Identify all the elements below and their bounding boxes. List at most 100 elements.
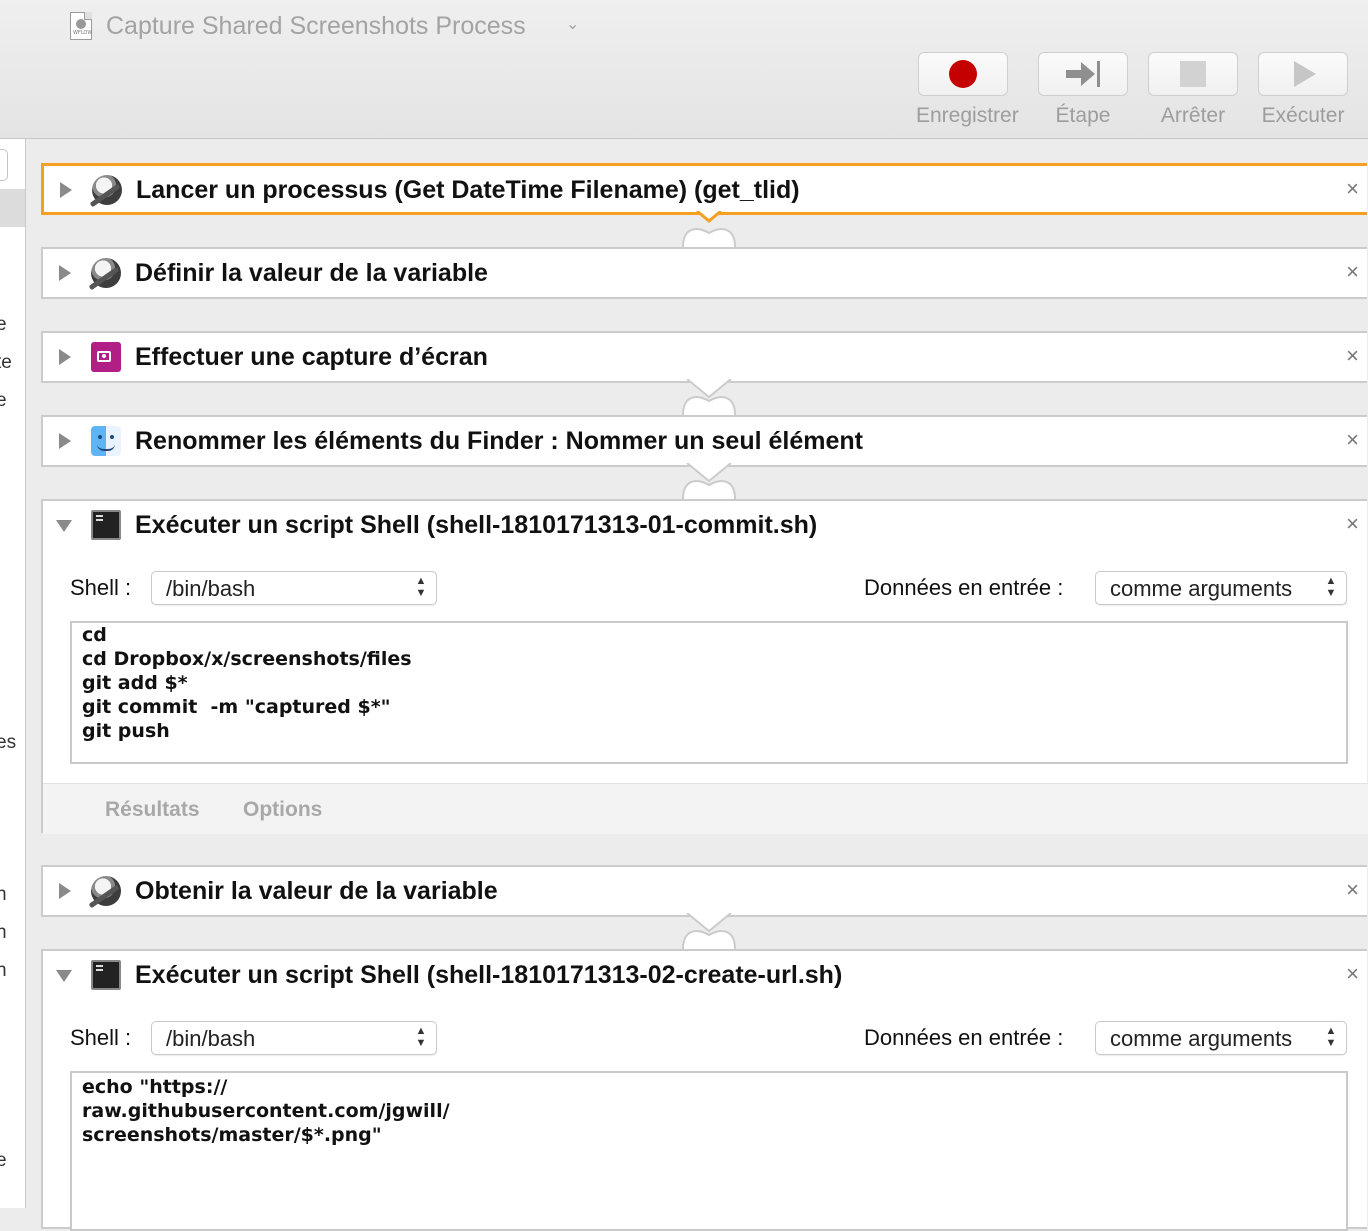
disclosure-triangle[interactable]: [59, 883, 71, 899]
automator-robot-icon: [91, 876, 121, 906]
stop-icon: [1180, 61, 1206, 87]
run-button[interactable]: [1258, 52, 1348, 96]
input-label: Données en entrée :: [864, 1025, 1064, 1050]
action-title: Effectuer une capture d’écran: [135, 343, 488, 371]
action-connector: [682, 913, 736, 949]
close-icon[interactable]: ×: [1346, 427, 1359, 453]
disclosure-triangle[interactable]: [60, 182, 72, 198]
close-icon[interactable]: ×: [1346, 511, 1359, 537]
record-label: Enregistrer: [916, 104, 1019, 127]
disclosure-triangle[interactable]: [59, 265, 71, 281]
popup-arrows-icon: ▲ ▼: [1325, 575, 1337, 599]
action-title: Obtenir la valeur de la variable: [135, 877, 498, 905]
action-run-shell-script-commit[interactable]: Exécuter un script Shell (shell-18101713…: [41, 499, 1368, 834]
shell-label: Shell :: [70, 1025, 132, 1050]
action-title: Exécuter un script Shell (shell-18101713…: [135, 961, 843, 989]
stop-tool: Arrêter: [1146, 52, 1240, 128]
play-icon: [1294, 61, 1316, 87]
library-selected-row[interactable]: [0, 189, 25, 227]
step-button[interactable]: [1038, 52, 1128, 96]
script-line: git push: [82, 720, 170, 742]
stop-label: Arrêter: [1160, 104, 1226, 127]
terminal-icon: [91, 960, 121, 990]
close-icon[interactable]: ×: [1346, 877, 1359, 903]
script-line: cd Dropbox/x/screenshots/files: [82, 648, 412, 670]
shell-label: Shell :: [70, 575, 132, 600]
step-tool: Étape: [1036, 52, 1130, 128]
finder-icon: [91, 426, 121, 456]
input-label: Données en entrée :: [864, 575, 1064, 600]
action-title: Renommer les éléments du Finder : Nommer…: [135, 427, 863, 455]
close-icon[interactable]: ×: [1346, 259, 1359, 285]
script-line: echo "https://: [82, 1076, 228, 1098]
automator-robot-icon: [91, 258, 121, 288]
input-popup-value: comme arguments: [1110, 1026, 1293, 1051]
library-item[interactable]: te: [0, 352, 12, 374]
library-item[interactable]: e: [0, 390, 7, 412]
library-item[interactable]: n: [0, 922, 7, 944]
disclosure-triangle[interactable]: [59, 349, 71, 365]
library-item[interactable]: es: [0, 732, 16, 754]
close-icon[interactable]: ×: [1346, 343, 1359, 369]
library-item[interactable]: e: [0, 1150, 7, 1172]
shell-popup-value: /bin/bash: [166, 576, 256, 601]
script-line: cd: [82, 624, 107, 646]
shell-popup-value: /bin/bash: [166, 1026, 256, 1051]
popup-arrows-icon: ▲ ▼: [415, 1025, 427, 1049]
script-line: screenshots/master/$*.png": [82, 1124, 382, 1146]
workflow-canvas: Lancer un processus (Get DateTime Filena…: [26, 139, 1368, 1231]
input-popup-value: comme arguments: [1110, 576, 1293, 601]
popup-arrows-icon: ▲ ▼: [1325, 1025, 1337, 1049]
step-icon: [1066, 61, 1100, 87]
run-label: Exécuter: [1261, 104, 1345, 127]
window-title[interactable]: Capture Shared Screenshots Process: [106, 12, 526, 41]
action-set-variable[interactable]: Définir la valeur de la variable ×: [41, 247, 1367, 299]
action-title: Définir la valeur de la variable: [135, 259, 488, 287]
workflow-document-icon: WFLOW: [70, 12, 92, 40]
library-item[interactable]: e: [0, 314, 7, 336]
run-tool: Exécuter: [1256, 52, 1350, 128]
action-connector: [682, 463, 736, 499]
script-line: raw.githubusercontent.com/jgwill/: [82, 1100, 450, 1122]
action-rename-finder-items[interactable]: Renommer les éléments du Finder : Nommer…: [41, 415, 1367, 467]
script-line: git commit -m "captured $*": [82, 696, 391, 718]
results-tab[interactable]: Résultats: [105, 798, 200, 822]
options-tab[interactable]: Options: [243, 798, 322, 822]
record-tool: Enregistrer: [916, 52, 1019, 128]
close-icon[interactable]: ×: [1346, 961, 1359, 987]
record-icon: [949, 60, 977, 88]
library-panel: e te e es n n n e: [0, 139, 26, 1208]
script-editor[interactable]: cd cd Dropbox/x/screenshots/files git ad…: [70, 621, 1348, 764]
library-item[interactable]: n: [0, 960, 7, 982]
library-search-field[interactable]: [0, 149, 8, 181]
disclosure-triangle[interactable]: [59, 433, 71, 449]
step-label: Étape: [1055, 104, 1111, 127]
stop-button[interactable]: [1148, 52, 1238, 96]
disclosure-triangle-open[interactable]: [56, 520, 72, 532]
input-popup[interactable]: comme arguments ▲ ▼: [1095, 1021, 1347, 1055]
automator-robot-icon: [92, 175, 122, 205]
action-run-shell-script-create-url[interactable]: Exécuter un script Shell (shell-18101713…: [41, 949, 1367, 1231]
shell-popup[interactable]: /bin/bash ▲ ▼: [151, 1021, 437, 1055]
action-take-screenshot[interactable]: Effectuer une capture d’écran ×: [41, 331, 1367, 383]
input-popup[interactable]: comme arguments ▲ ▼: [1095, 571, 1347, 605]
action-title: Lancer un processus (Get DateTime Filena…: [136, 176, 800, 204]
action-launch-workflow[interactable]: Lancer un processus (Get DateTime Filena…: [41, 163, 1367, 215]
chevron-down-icon[interactable]: ⌄: [566, 14, 579, 34]
action-title: Exécuter un script Shell (shell-18101713…: [135, 511, 818, 539]
action-connector: [682, 379, 736, 415]
record-button[interactable]: [918, 52, 1008, 96]
action-footer: Résultats Options: [43, 783, 1368, 834]
terminal-icon: [91, 510, 121, 540]
script-editor[interactable]: echo "https:// raw.githubusercontent.com…: [70, 1071, 1348, 1231]
popup-arrows-icon: ▲ ▼: [415, 575, 427, 599]
shell-popup[interactable]: /bin/bash ▲ ▼: [151, 571, 437, 605]
disclosure-triangle-open[interactable]: [56, 970, 72, 982]
close-icon[interactable]: ×: [1346, 176, 1359, 202]
script-line: git add $*: [82, 672, 188, 694]
action-get-variable[interactable]: Obtenir la valeur de la variable ×: [41, 865, 1367, 917]
action-connector: [682, 211, 736, 247]
screenshot-icon: [91, 342, 121, 372]
library-item[interactable]: n: [0, 884, 7, 906]
window-toolbar: WFLOW Capture Shared Screenshots Process…: [0, 0, 1368, 139]
